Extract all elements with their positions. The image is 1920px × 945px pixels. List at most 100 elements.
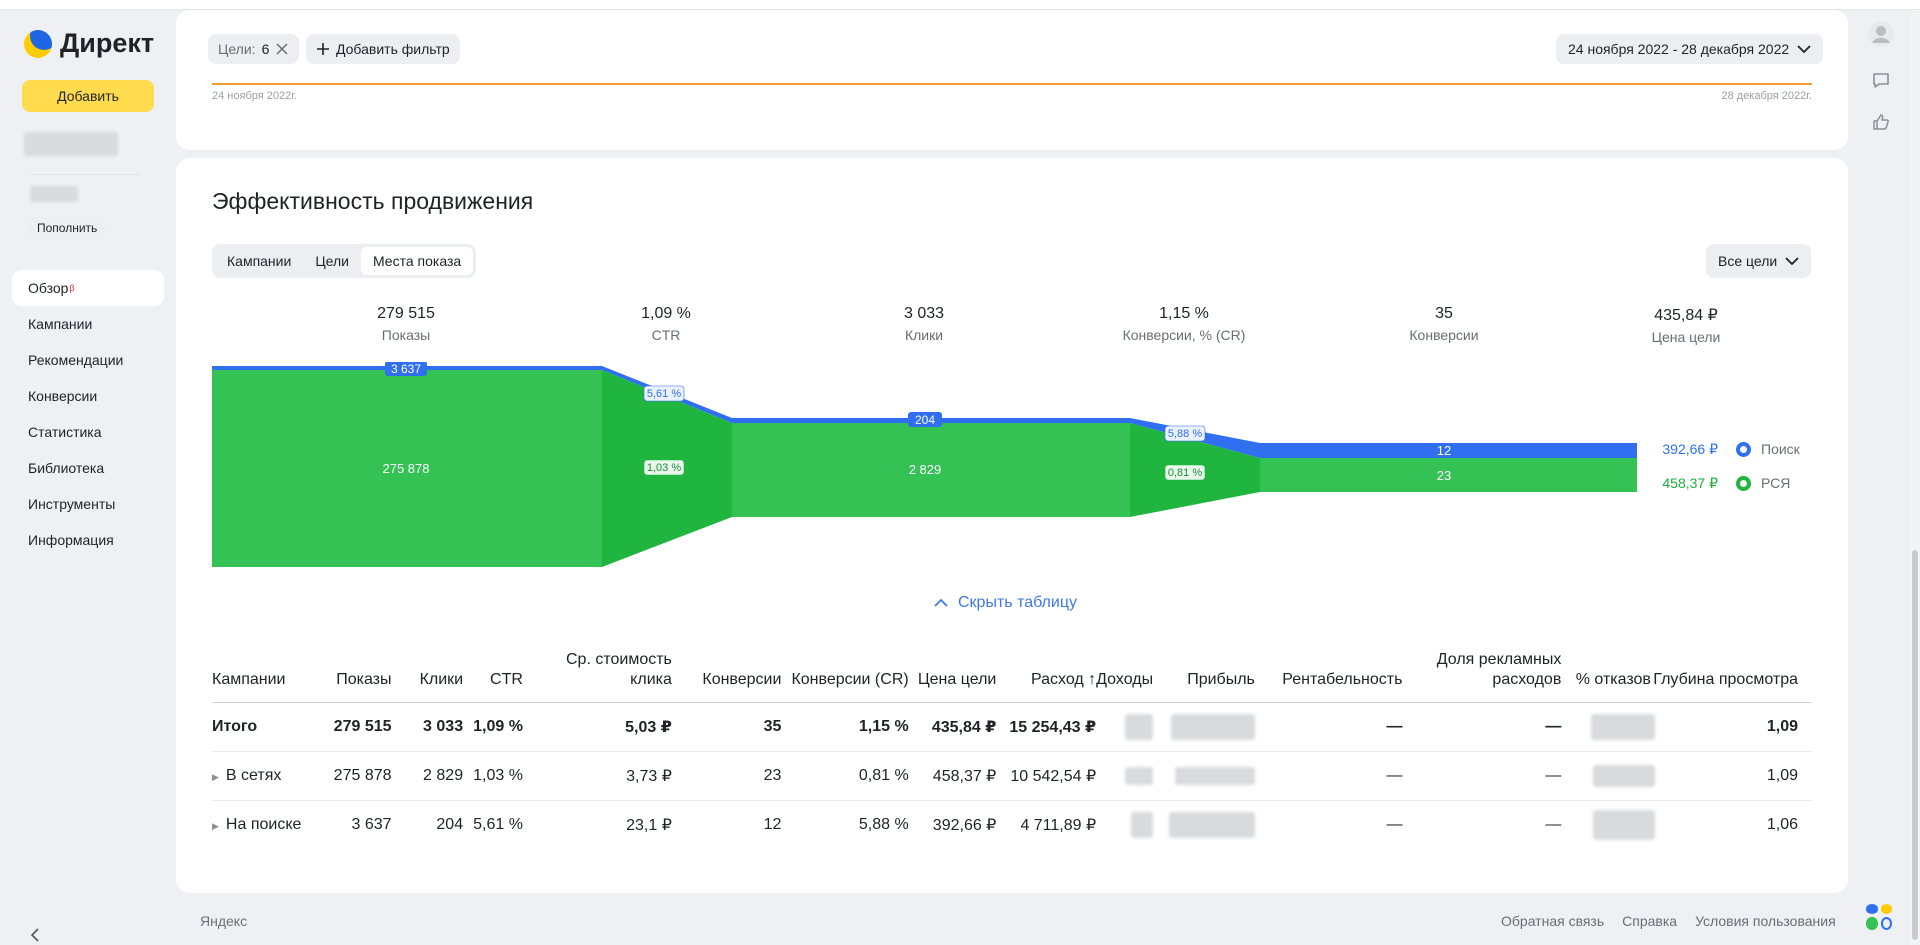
rsya-cr-value: 0,81 % <box>1168 467 1202 479</box>
column-header[interactable]: Глубина просмотра <box>1650 650 1812 703</box>
logo[interactable]: Директ <box>24 28 154 59</box>
cell-ad-share: — <box>1402 751 1562 801</box>
column-header[interactable]: Цена цели <box>908 650 997 703</box>
sidebar-item-conversions[interactable]: Конверсии <box>12 378 164 414</box>
metric-value: 35 <box>1435 305 1453 322</box>
plus-icon <box>317 43 329 55</box>
expand-triangle-icon[interactable]: ▶ <box>212 821 219 831</box>
tab-campaigns[interactable]: Кампании <box>215 247 303 275</box>
cell-spend: 4 711,89 ₽ <box>1020 817 1097 835</box>
column-header[interactable]: Кампании <box>212 650 312 703</box>
cell-roi: — <box>1254 702 1403 752</box>
expand-triangle-icon[interactable]: ▶ <box>212 772 219 782</box>
cell-shows: 279 515 <box>311 702 392 752</box>
hide-table-label: Скрыть таблицу <box>958 594 1077 611</box>
cell-cr: 0,81 % <box>781 751 909 801</box>
cell-spend: 10 542,54 ₽ <box>996 751 1097 801</box>
column-header[interactable]: % отказов <box>1561 650 1651 703</box>
column-header[interactable]: CTR <box>463 650 523 703</box>
tab-placements[interactable]: Места показа <box>360 247 474 275</box>
sidebar-nav: Обзор β Кампании Рекомендации Конверсии С… <box>12 270 164 558</box>
row-name[interactable]: ▶ На поиске <box>212 801 312 850</box>
search-clicks-value: 204 <box>915 413 935 427</box>
cell-ctr: 1,09 % <box>463 702 523 752</box>
search-cr-value: 5,88 % <box>1168 428 1202 440</box>
cell-conversions: 12 <box>763 816 782 834</box>
search-conversions-value: 12 <box>1437 443 1451 458</box>
column-header[interactable]: Рентабельность <box>1254 650 1403 703</box>
column-header[interactable]: Показы <box>311 650 392 703</box>
apps-grid-icon[interactable] <box>1866 904 1892 930</box>
footer-link-terms[interactable]: Условия пользования <box>1695 913 1836 929</box>
cell-spend: 15 254,43 ₽ <box>996 702 1097 752</box>
metric-label: Конверсии, % (CR) <box>1122 327 1246 343</box>
placement-funnel: 3 637 275 878 5,61 % 1,03 % 204 2 829 5,… <box>212 362 1637 567</box>
user-avatar-icon[interactable] <box>1865 18 1897 50</box>
column-header[interactable]: Клики <box>391 650 464 703</box>
date-range-picker[interactable]: 24 ноября 2022 - 28 декабря 2022 <box>1556 34 1824 64</box>
sidebar-item-library[interactable]: Библиотека <box>12 450 164 486</box>
sidebar-item-label: Конверсии <box>28 388 98 404</box>
table-row[interactable]: ▶ В сетях 275 878 2 829 1,03 % 3,73 ₽ 23 … <box>212 751 1812 801</box>
sidebar-item-label: Обзор <box>28 280 69 296</box>
sidebar-item-campaigns[interactable]: Кампании <box>12 306 164 342</box>
column-header[interactable]: Конверсии (CR) <box>781 650 909 703</box>
cell-ctr: 5,61 % <box>473 816 523 834</box>
sidebar-item-label: Кампании <box>28 316 93 332</box>
goals-filter-label: Цели: <box>218 41 256 57</box>
sidebar-item-statistics[interactable]: Статистика <box>12 414 164 450</box>
column-header[interactable]: Прибыль <box>1153 650 1255 703</box>
cell-conversions: 23 <box>671 751 782 801</box>
sidebar-item-info[interactable]: Информация <box>12 522 164 558</box>
footer-link-help[interactable]: Справка <box>1622 913 1677 929</box>
rsya-clicks-value: 2 829 <box>909 462 942 477</box>
sidebar-item-label: Библиотека <box>28 460 105 476</box>
tab-goals[interactable]: Цели <box>303 247 361 275</box>
date-range-label: 24 ноября 2022 - 28 декабря 2022 <box>1568 41 1790 57</box>
cell-cr: 5,88 % <box>858 816 909 834</box>
add-button[interactable]: Добавить <box>22 80 154 112</box>
table-row[interactable]: ▶ На поиске 3 637 204 5,61 % 23,1 ₽ 12 5,… <box>212 801 1812 850</box>
sidebar-item-overview[interactable]: Обзор β <box>12 270 164 306</box>
goals-dropdown[interactable]: Все цели <box>1706 244 1812 278</box>
chat-icon[interactable] <box>1865 64 1897 96</box>
column-header[interactable]: Ср. стоимость клика <box>522 650 672 703</box>
cell-clicks: 2 829 <box>391 751 464 801</box>
browser-top-edge <box>0 0 1920 10</box>
period-line <box>212 83 1812 85</box>
close-icon[interactable] <box>275 42 289 56</box>
row-name[interactable]: ▶ В сетях <box>212 751 312 801</box>
collapse-sidebar-button[interactable] <box>30 928 40 945</box>
direct-logo-icon <box>24 29 52 58</box>
footer-link-feedback[interactable]: Обратная связь <box>1501 913 1604 929</box>
cell-ctr: 1,03 % <box>463 751 523 801</box>
thumb-up-icon[interactable] <box>1865 106 1897 138</box>
right-rail <box>1843 10 1920 945</box>
cell-goal-price: 435,84 ₽ <box>908 702 997 752</box>
goals-filter-chip[interactable]: Цели: 6 <box>208 34 300 64</box>
hide-table-toggle[interactable]: Скрыть таблицу <box>934 594 1077 612</box>
metric-ctr: 1,09 % CTR <box>566 305 766 343</box>
goals-count: 6 <box>261 41 270 57</box>
period-start-label: 24 ноября 2022г. <box>212 90 297 102</box>
column-header[interactable]: Расход ↑ <box>996 650 1097 703</box>
cell-revenue <box>1096 702 1154 752</box>
search-ctr-value: 5,61 % <box>647 388 681 400</box>
legend-rsya[interactable]: 458,37 ₽ РСЯ <box>1662 473 1790 493</box>
goals-dropdown-label: Все цели <box>1718 253 1778 269</box>
account-name-blurred <box>24 132 118 156</box>
logo-text: Директ <box>60 28 155 58</box>
section-title: Эффективность продвижения <box>212 188 534 214</box>
sidebar-item-recommendations[interactable]: Рекомендации <box>12 342 164 378</box>
cell-ad-share: — <box>1545 816 1562 834</box>
metric-value: 1,15 % <box>1159 305 1209 322</box>
column-header[interactable]: Доходы <box>1096 650 1154 703</box>
column-header[interactable]: Конверсии <box>671 650 782 703</box>
topup-button[interactable]: Пополнить <box>28 217 107 239</box>
column-header[interactable]: Доля рекламных расходов <box>1402 650 1562 703</box>
add-filter-button[interactable]: Добавить фильтр <box>306 34 460 64</box>
sidebar-item-tools[interactable]: Инструменты <box>12 486 164 522</box>
legend-search[interactable]: 392,66 ₽ Поиск <box>1662 439 1799 459</box>
cell-goal-price: 458,37 ₽ <box>908 751 997 801</box>
metric-label: CTR <box>651 327 681 343</box>
